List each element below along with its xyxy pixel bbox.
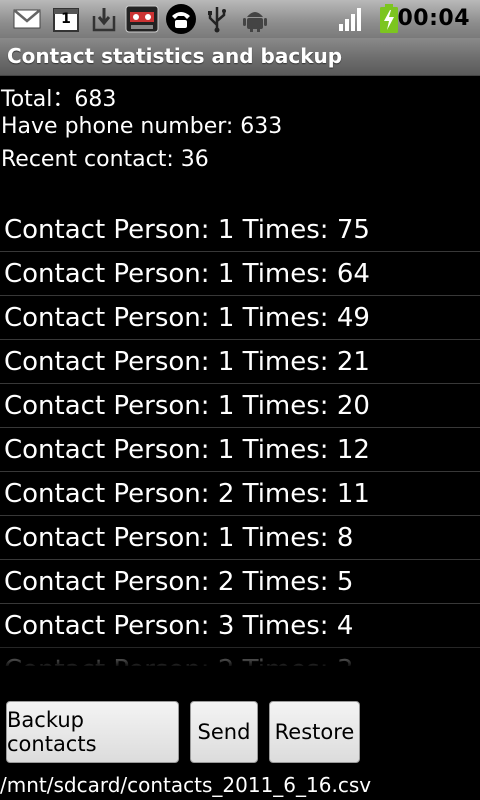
backup-file-path: /mnt/sdcard/contacts_2011_6_16.csv [0, 773, 372, 797]
list-item[interactable]: Contact Person: 1 Times: 21 [0, 340, 480, 384]
signal-icon [336, 4, 366, 34]
list-item[interactable]: Contact Person: 1 Times: 20 [0, 384, 480, 428]
usb-icon [204, 4, 230, 34]
list-item-label: Contact Person: 1 Times: 75 [4, 215, 370, 245]
title-bar: Contact statistics and backup [0, 38, 480, 76]
list-item[interactable]: Contact Person: 2 Times: 11 [0, 472, 480, 516]
list-item[interactable]: Contact Person: 1 Times: 64 [0, 252, 480, 296]
list-item[interactable]: Contact Person: 2 Times: 5 [0, 560, 480, 604]
list-item[interactable]: Contact Person: 1 Times: 8 [0, 516, 480, 560]
status-bar: 1 00:04 [0, 0, 480, 38]
list-item-label: Contact Person: 1 Times: 49 [4, 303, 370, 333]
cassette-icon [124, 4, 160, 34]
list-item-label: Contact Person: 1 Times: 64 [4, 259, 370, 289]
calendar-day: 1 [61, 11, 71, 27]
list-item-label: Contact Person: 1 Times: 21 [4, 347, 370, 377]
list-item[interactable]: Contact Person: 1 Times: 12 [0, 428, 480, 472]
list-item[interactable]: Contact Person: 3 Times: 4 [0, 604, 480, 648]
list-item-label: Contact Person: 2 Times: 3 [4, 655, 353, 666]
stat-total: Total：683 [1, 87, 117, 112]
send-button[interactable]: Send [190, 701, 258, 763]
clock: 00:04 [397, 6, 470, 31]
list-item-label: Contact Person: 1 Times: 20 [4, 391, 370, 421]
stat-have-phone: Have phone number: 633 [1, 114, 283, 139]
restore-button[interactable]: Restore [269, 701, 360, 763]
list-item-label: Contact Person: 2 Times: 5 [4, 567, 354, 597]
list-item-label: Contact Person: 2 Times: 11 [4, 479, 370, 509]
android-debug-icon [240, 4, 270, 34]
list-item[interactable]: Contact Person: 1 Times: 49 [0, 296, 480, 340]
gmail-icon [12, 4, 42, 34]
list-item[interactable]: Contact Person: 2 Times: 3 [0, 648, 480, 666]
list-item-label: Contact Person: 1 Times: 8 [4, 523, 354, 553]
list-item-label: Contact Person: 3 Times: 4 [4, 611, 354, 641]
list-item[interactable]: Contact Person: 1 Times: 75 [0, 208, 480, 252]
download-icon [90, 4, 118, 34]
calendar-icon: 1 [52, 4, 80, 34]
backup-contacts-button[interactable]: Backup contacts [6, 701, 179, 763]
stat-recent: Recent contact: 36 [1, 147, 209, 172]
page-title: Contact statistics and backup [7, 44, 343, 68]
list-item-label: Contact Person: 1 Times: 12 [4, 435, 370, 465]
phone-icon [164, 4, 198, 34]
contact-list[interactable]: Contact Person: 1 Times: 75 Contact Pers… [0, 208, 480, 666]
